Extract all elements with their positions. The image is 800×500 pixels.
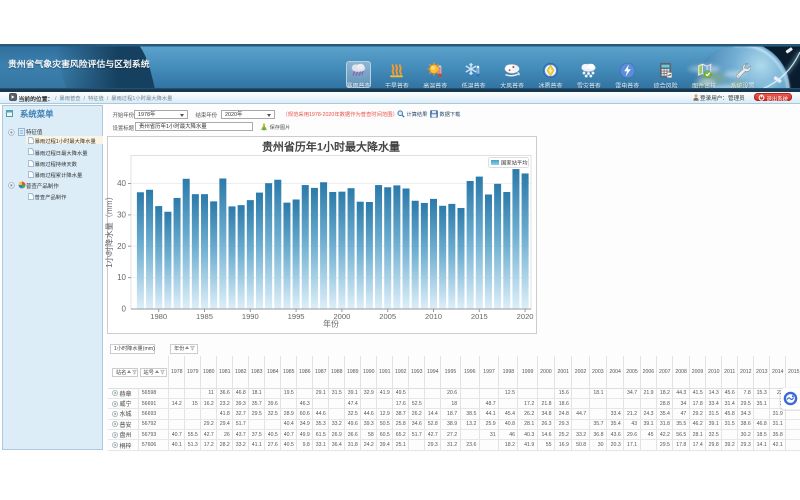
svg-text:30: 30 (117, 211, 126, 220)
svg-text:20: 20 (117, 242, 126, 251)
svg-text:40: 40 (117, 179, 126, 188)
svg-text:国家站平均: 国家站平均 (501, 159, 528, 167)
svg-text:10: 10 (117, 273, 126, 282)
svg-text:贵州省历年1小时最大降水量: 贵州省历年1小时最大降水量 (262, 140, 400, 154)
svg-text:2015: 2015 (471, 312, 488, 321)
svg-text:年份: 年份 (323, 319, 339, 329)
svg-text:1990: 1990 (242, 312, 259, 321)
svg-text:1980: 1980 (150, 312, 167, 321)
svg-text:0: 0 (122, 305, 127, 314)
svg-text:2010: 2010 (425, 312, 442, 321)
svg-text:2005: 2005 (379, 312, 396, 321)
svg-text:1995: 1995 (288, 312, 305, 321)
svg-text:2020: 2020 (517, 312, 534, 321)
svg-text:1小时降水量（mm）: 1小时降水量（mm） (104, 192, 114, 268)
svg-text:1985: 1985 (196, 312, 213, 321)
